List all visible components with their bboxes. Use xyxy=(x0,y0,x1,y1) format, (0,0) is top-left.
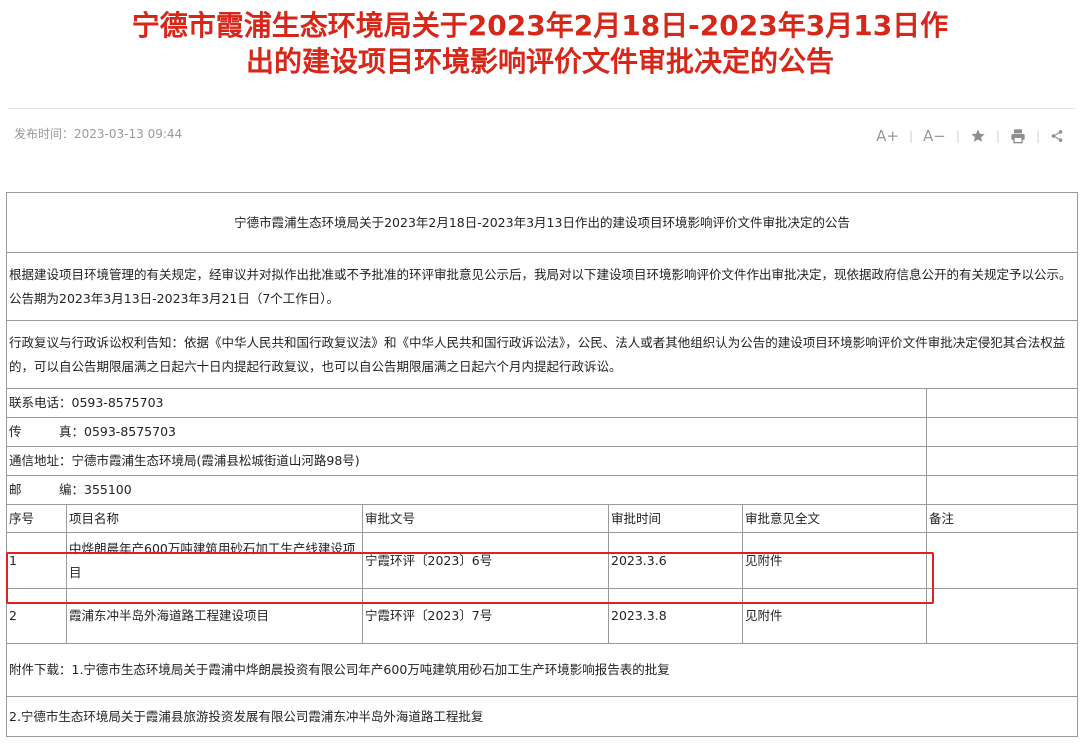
table-row: 通信地址：宁德市霞浦生态环境局(霞浦县松城街道山河路98号) xyxy=(6,446,1079,476)
print-button[interactable] xyxy=(1000,128,1036,144)
table-row: 行政复议与行政诉讼权利告知：依据《中华人民共和国行政复议法》和《中华人民共和国行… xyxy=(5,320,1079,389)
row-project-name: 霞浦东冲半岛外海道路工程建设项目 xyxy=(66,588,363,644)
table-cell xyxy=(925,388,1079,418)
page-title: 宁德市霞浦生态环境局关于2023年2月18日-2023年3月13日作 出的建设项… xyxy=(0,8,1080,80)
publish-time: 2023-03-13 09:44 xyxy=(74,127,183,141)
contact-address: 通信地址：宁德市霞浦生态环境局(霞浦县松城街道山河路98号) xyxy=(6,446,927,476)
star-icon xyxy=(971,129,985,142)
contact-fax: 传 真：0593-8575703 xyxy=(6,417,927,447)
column-header-doc-no: 审批文号 xyxy=(362,504,609,533)
table-header-row: 序号 项目名称 审批文号 审批时间 审批意见全文 备注 xyxy=(6,504,1079,533)
row-doc-no: 宁霞环评〔2023〕6号 xyxy=(362,532,609,589)
column-header-opinion: 审批意见全文 xyxy=(742,504,927,533)
row-doc-no: 宁霞环评〔2023〕7号 xyxy=(362,588,609,644)
font-decrease-button[interactable]: A− xyxy=(913,127,956,145)
article-toolbar: A+ | A− | | | xyxy=(866,124,1074,148)
printer-icon xyxy=(1011,129,1025,144)
row-opinion-link[interactable]: 见附件 xyxy=(742,532,927,589)
table-cell xyxy=(925,475,1079,505)
share-button[interactable] xyxy=(1040,128,1074,144)
appeal-rights-paragraph: 行政复议与行政诉讼权利告知：依据《中华人民共和国行政复议法》和《中华人民共和国行… xyxy=(5,320,1079,389)
table-row: 附件下载：1.宁德市生态环境局关于霞浦中烨朗晨投资有限公司年产600万吨建筑用砂… xyxy=(5,643,1079,697)
table-title-row: 宁德市霞浦生态环境局关于2023年2月18日-2023年3月13日作出的建设项目… xyxy=(5,192,1079,253)
share-icon xyxy=(1051,130,1063,142)
table-row: 1 中烨朗晨年产600万吨建筑用砂石加工生产线建设项目 宁霞环评〔2023〕6号… xyxy=(6,532,1079,589)
row-opinion-link[interactable]: 见附件 xyxy=(742,588,927,644)
column-header-seq: 序号 xyxy=(6,504,67,533)
favorite-button[interactable] xyxy=(960,128,996,144)
title-divider xyxy=(8,108,1076,109)
page-title-line-1: 宁德市霞浦生态环境局关于2023年2月18日-2023年3月13日作 xyxy=(131,9,949,42)
page-title-line-2: 出的建设项目环境影响评价文件审批决定的公告 xyxy=(245,45,834,78)
row-remarks xyxy=(925,532,1079,589)
contact-postcode: 邮 编：355100 xyxy=(6,475,927,505)
row-remarks xyxy=(925,588,1079,644)
table-row: 2 霞浦东冲半岛外海道路工程建设项目 宁霞环评〔2023〕7号 2023.3.8… xyxy=(6,588,1079,644)
table-row: 邮 编：355100 xyxy=(6,475,1079,505)
row-date: 2023.3.6 xyxy=(608,532,743,589)
publish-info: 发布时间：2023-03-13 09:44 xyxy=(14,125,182,142)
row-project-name: 中烨朗晨年产600万吨建筑用砂石加工生产线建设项目 xyxy=(66,532,363,589)
column-header-project: 项目名称 xyxy=(66,504,363,533)
row-date: 2023.3.8 xyxy=(608,588,743,644)
table-row: 根据建设项目环境管理的有关规定，经审议并对拟作出批准或不予批准的环评审批意见公示… xyxy=(5,252,1079,321)
row-seq: 1 xyxy=(6,532,67,589)
table-cell xyxy=(925,446,1079,476)
table-row: 2.宁德市生态环境局关于霞浦县旅游投资发展有限公司霞浦东冲半岛外海道路工程批复 xyxy=(5,696,1079,737)
table-title: 宁德市霞浦生态环境局关于2023年2月18日-2023年3月13日作出的建设项目… xyxy=(5,192,1079,253)
table-row: 联系电话：0593-8575703 xyxy=(6,388,1079,418)
publish-label: 发布时间： xyxy=(14,127,75,141)
announcement-table: 宁德市霞浦生态环境局关于2023年2月18日-2023年3月13日作出的建设项目… xyxy=(5,192,1079,737)
table-cell xyxy=(925,417,1079,447)
row-seq: 2 xyxy=(6,588,67,644)
font-increase-button[interactable]: A+ xyxy=(866,127,909,145)
attachment-link-2[interactable]: 2.宁德市生态环境局关于霞浦县旅游投资发展有限公司霞浦东冲半岛外海道路工程批复 xyxy=(5,696,1079,737)
contact-phone: 联系电话：0593-8575703 xyxy=(6,388,927,418)
column-header-date: 审批时间 xyxy=(608,504,743,533)
table-row: 传 真：0593-8575703 xyxy=(6,417,1079,447)
notice-paragraph: 根据建设项目环境管理的有关规定，经审议并对拟作出批准或不予批准的环评审批意见公示… xyxy=(5,252,1079,321)
attachment-link-1[interactable]: 附件下载：1.宁德市生态环境局关于霞浦中烨朗晨投资有限公司年产600万吨建筑用砂… xyxy=(5,643,1079,697)
column-header-remarks: 备注 xyxy=(925,504,1079,533)
